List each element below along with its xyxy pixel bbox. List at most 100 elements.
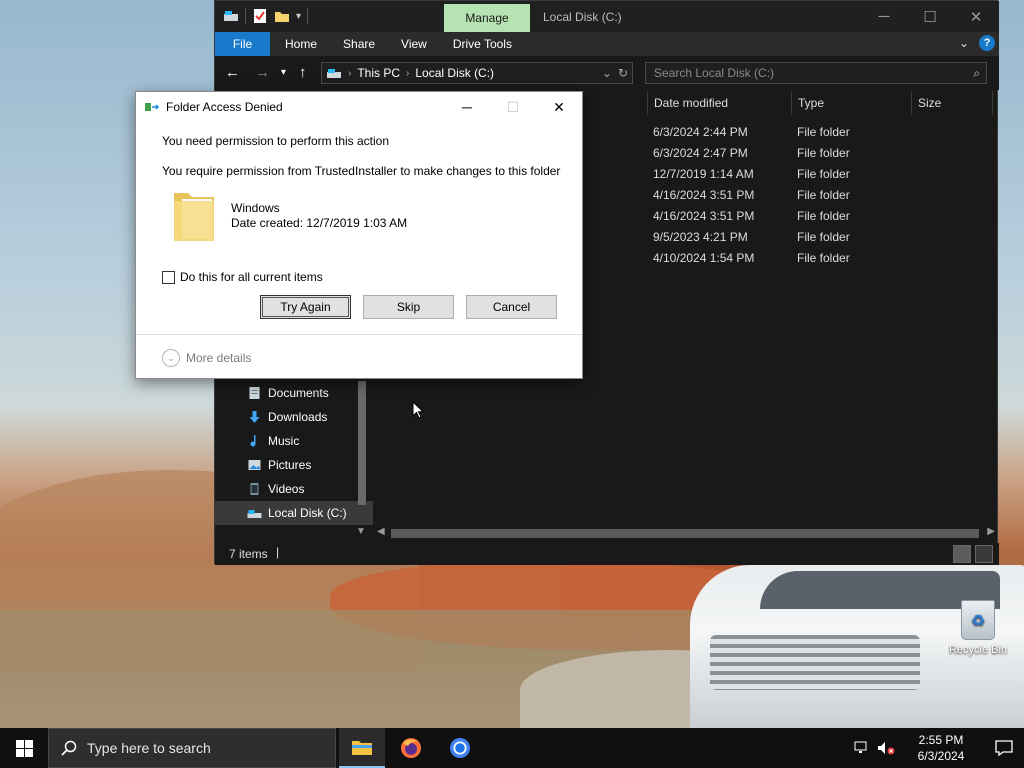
drive-icon <box>327 69 341 78</box>
table-row[interactable]: 4/16/2024 3:51 PM File folder <box>647 206 911 227</box>
breadcrumb-separator-icon[interactable]: › <box>348 68 351 79</box>
taskbar-chrome[interactable] <box>437 728 483 768</box>
tab-share[interactable]: Share <box>343 37 375 51</box>
file-move-icon <box>145 103 160 111</box>
details-view-icon[interactable] <box>953 545 971 563</box>
documents-icon <box>249 387 260 399</box>
dialog-window-controls: ─ ☐ ✕ <box>444 92 582 122</box>
drive-icon <box>247 510 262 518</box>
checkbox-label: Do this for all current items <box>180 270 323 284</box>
search-input[interactable]: Search Local Disk (C:) ⌕ <box>645 62 987 84</box>
item-count: 7 items <box>229 547 268 561</box>
sidebar-item-music[interactable]: Music <box>215 429 373 453</box>
row-type: File folder <box>797 125 850 139</box>
sidebar-item-downloads[interactable]: Downloads <box>215 405 373 429</box>
customize-toolbar-icon[interactable]: ▾ <box>296 11 301 22</box>
horizontal-scrollbar[interactable]: ◀ ▶ <box>373 525 999 541</box>
scrollbar-thumb[interactable] <box>391 529 979 538</box>
folder-date-created: Date created: 12/7/2019 1:03 AM <box>231 216 408 230</box>
scroll-right-icon[interactable]: ▶ <box>987 526 995 537</box>
window-title: Local Disk (C:) <box>543 10 622 24</box>
try-again-button[interactable]: Try Again <box>260 295 351 319</box>
table-row[interactable]: 12/7/2019 1:14 AM File folder <box>647 164 911 185</box>
manage-contextual-tab[interactable]: Manage <box>444 4 530 32</box>
scrollbar-thumb[interactable] <box>358 381 366 505</box>
taskbar-clock[interactable]: 2:55 PM 6/3/2024 <box>898 732 984 764</box>
sidebar-item-label: Local Disk (C:) <box>268 506 347 520</box>
dialog-heading: You need permission to perform this acti… <box>162 134 390 148</box>
table-row[interactable]: 4/10/2024 1:54 PM File folder <box>647 248 911 269</box>
close-icon[interactable]: ✕ <box>536 92 582 122</box>
large-icons-view-icon[interactable] <box>975 545 993 563</box>
breadcrumb-separator-icon[interactable]: › <box>406 68 409 79</box>
properties-icon[interactable] <box>252 8 268 24</box>
sidebar-item-label: Documents <box>268 386 329 400</box>
table-row[interactable]: 6/3/2024 2:44 PM File folder <box>647 122 911 143</box>
tab-view[interactable]: View <box>401 37 427 51</box>
sidebar-item-pictures[interactable]: Pictures <box>215 453 373 477</box>
table-row[interactable]: 4/16/2024 3:51 PM File folder <box>647 185 911 206</box>
column-type[interactable]: Type <box>791 91 911 115</box>
recycle-bin-shortcut[interactable]: ♻ Recycle Bin <box>940 600 1016 656</box>
scroll-left-icon[interactable]: ◀ <box>377 526 385 537</box>
window-controls: ─ ☐ ✕ <box>861 1 999 32</box>
address-bar[interactable]: › This PC › Local Disk (C:) ⌄ ↻ <box>321 62 633 84</box>
breadcrumb-this-pc[interactable]: This PC <box>357 66 400 80</box>
tab-file[interactable]: File <box>215 32 270 56</box>
scroll-down-icon[interactable]: ▼ <box>356 526 366 537</box>
expand-ribbon-icon[interactable]: ⌄ <box>959 36 969 50</box>
clock-time: 2:55 PM <box>918 733 964 747</box>
address-dropdown-icon[interactable]: ⌄ <box>602 66 612 80</box>
recent-locations-icon[interactable]: ▾ <box>281 67 286 78</box>
row-type: File folder <box>797 146 850 160</box>
taskbar-firefox[interactable] <box>388 728 434 768</box>
cancel-button[interactable]: Cancel <box>466 295 557 319</box>
sidebar-item-videos[interactable]: Videos <box>215 477 373 501</box>
taskbar: Type here to search 2:55 PM 6/3/2024 <box>0 728 1024 768</box>
column-date-modified[interactable]: Date modified <box>647 91 791 115</box>
skip-button[interactable]: Skip <box>363 295 454 319</box>
column-size[interactable]: Size <box>911 91 993 115</box>
table-row[interactable]: 9/5/2023 4:21 PM File folder <box>647 227 911 248</box>
help-icon[interactable]: ? <box>979 35 995 51</box>
notification-center-icon[interactable] <box>984 728 1024 768</box>
row-type: File folder <box>797 230 850 244</box>
tab-drive-tools[interactable]: Drive Tools <box>453 37 512 51</box>
up-arrow-icon[interactable]: ↑ <box>299 64 307 81</box>
network-icon[interactable] <box>850 728 874 768</box>
sidebar-item-local-disk[interactable]: Local Disk (C:) <box>215 501 373 525</box>
taskbar-file-explorer[interactable] <box>339 728 385 768</box>
row-date: 9/5/2023 4:21 PM <box>653 230 748 244</box>
sidebar-item-label: Pictures <box>268 458 312 472</box>
navpane-scrollbar[interactable]: ▼ <box>355 381 371 541</box>
row-type: File folder <box>797 188 850 202</box>
volume-muted-icon[interactable] <box>874 728 898 768</box>
drive-icon[interactable] <box>223 8 239 24</box>
row-type: File folder <box>797 167 850 181</box>
refresh-icon[interactable]: ↻ <box>618 66 628 80</box>
new-folder-icon[interactable] <box>274 8 290 24</box>
close-icon[interactable]: ✕ <box>953 1 999 32</box>
breadcrumb-local-disk[interactable]: Local Disk (C:) <box>415 66 494 80</box>
sidebar-item-documents[interactable]: Documents <box>215 381 373 405</box>
back-arrow-icon[interactable]: ← <box>225 64 240 81</box>
start-button[interactable] <box>0 728 48 768</box>
column-headers: Date modified Type Size <box>647 91 993 115</box>
sidebar-item-label: Videos <box>268 482 305 496</box>
maximize-icon: ☐ <box>506 98 520 115</box>
table-row[interactable]: 6/3/2024 2:47 PM File folder <box>647 143 911 164</box>
taskbar-search-input[interactable]: Type here to search <box>48 728 336 768</box>
maximize-icon[interactable]: ☐ <box>907 1 953 32</box>
row-date: 6/3/2024 2:47 PM <box>653 146 748 160</box>
minimize-icon[interactable]: ─ <box>861 1 907 32</box>
tab-home[interactable]: Home <box>285 37 317 51</box>
dialog-title: Folder Access Denied <box>166 100 283 114</box>
more-details-toggle[interactable]: ⌄ More details <box>162 349 251 367</box>
apply-to-all-checkbox[interactable]: Do this for all current items <box>162 270 323 284</box>
sidebar-item-label: Downloads <box>268 410 328 424</box>
search-icon <box>61 740 77 756</box>
minimize-icon[interactable]: ─ <box>444 92 490 122</box>
forward-arrow-icon[interactable]: → <box>255 64 270 81</box>
row-date: 6/3/2024 2:44 PM <box>653 125 748 139</box>
checkbox-box[interactable] <box>162 270 175 284</box>
